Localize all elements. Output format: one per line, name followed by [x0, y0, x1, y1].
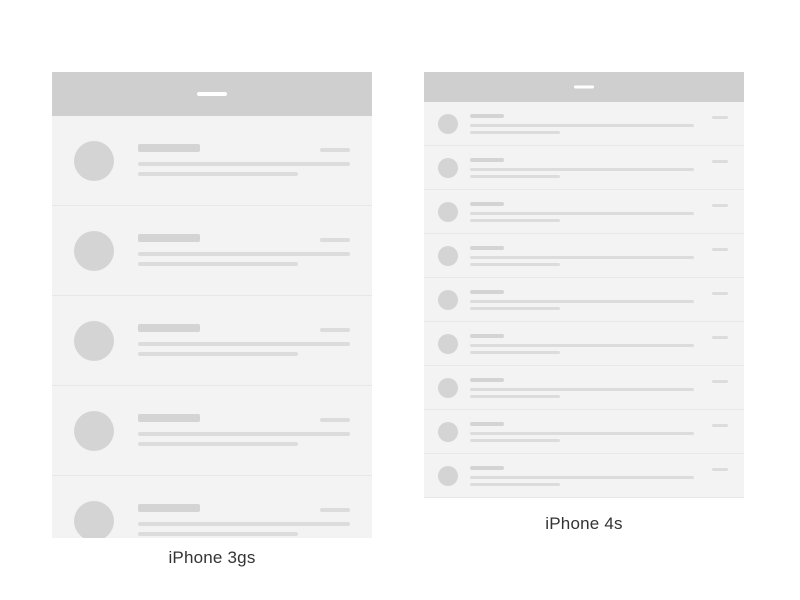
list-item [52, 206, 372, 296]
text-line-placeholder [138, 342, 350, 346]
text-line-placeholder [470, 300, 694, 303]
avatar-placeholder [438, 422, 458, 442]
text-line-placeholder [470, 131, 560, 134]
title-placeholder [470, 202, 504, 206]
meta-placeholder [320, 148, 350, 152]
avatar-placeholder [438, 290, 458, 310]
title-placeholder [470, 290, 504, 294]
list-item [424, 410, 744, 454]
nav-title-placeholder [197, 92, 227, 96]
text-line-placeholder [470, 432, 694, 435]
device-mockup-left [52, 72, 372, 538]
meta-placeholder [712, 424, 728, 427]
comparison-diagram: iPhone 3gs iPhone 4s [0, 0, 800, 600]
text-line-placeholder [470, 212, 694, 215]
avatar-placeholder [438, 158, 458, 178]
list-item [424, 454, 744, 498]
list-item [424, 278, 744, 322]
list-item [52, 296, 372, 386]
text-line-placeholder [470, 219, 560, 222]
text-line-placeholder [470, 439, 560, 442]
list-item [424, 190, 744, 234]
meta-placeholder [712, 204, 728, 207]
meta-placeholder [320, 238, 350, 242]
list-item [424, 102, 744, 146]
meta-placeholder [712, 160, 728, 163]
list [424, 102, 744, 498]
text-line-placeholder [470, 388, 694, 391]
text-line-placeholder [138, 442, 298, 446]
title-placeholder [470, 466, 504, 470]
avatar-placeholder [74, 231, 114, 271]
list-item [424, 366, 744, 410]
nav-title-placeholder [574, 86, 594, 89]
list-item [424, 322, 744, 366]
caption-right: iPhone 4s [424, 514, 744, 534]
title-placeholder [470, 246, 504, 250]
meta-placeholder [712, 380, 728, 383]
text-line-placeholder [138, 532, 298, 536]
nav-bar [52, 72, 372, 116]
avatar-placeholder [438, 378, 458, 398]
text-line-placeholder [138, 262, 298, 266]
title-placeholder [138, 144, 200, 152]
title-placeholder [138, 414, 200, 422]
text-line-placeholder [470, 351, 560, 354]
title-placeholder [138, 504, 200, 512]
meta-placeholder [320, 418, 350, 422]
avatar-placeholder [438, 114, 458, 134]
avatar-placeholder [74, 321, 114, 361]
meta-placeholder [712, 292, 728, 295]
title-placeholder [470, 378, 504, 382]
meta-placeholder [712, 468, 728, 471]
title-placeholder [470, 422, 504, 426]
avatar-placeholder [74, 501, 114, 538]
text-line-placeholder [138, 162, 350, 166]
list-item [52, 116, 372, 206]
list-item [52, 386, 372, 476]
title-placeholder [138, 324, 200, 332]
title-placeholder [470, 158, 504, 162]
avatar-placeholder [438, 246, 458, 266]
text-line-placeholder [138, 432, 350, 436]
text-line-placeholder [470, 256, 694, 259]
text-line-placeholder [470, 175, 560, 178]
text-line-placeholder [470, 483, 560, 486]
list [52, 116, 372, 538]
list-item [424, 234, 744, 278]
title-placeholder [470, 114, 504, 118]
text-line-placeholder [138, 352, 298, 356]
avatar-placeholder [438, 466, 458, 486]
text-line-placeholder [470, 476, 694, 479]
meta-placeholder [712, 116, 728, 119]
title-placeholder [138, 234, 200, 242]
meta-placeholder [320, 328, 350, 332]
meta-placeholder [712, 336, 728, 339]
nav-bar [424, 72, 744, 102]
text-line-placeholder [470, 307, 560, 310]
text-line-placeholder [470, 168, 694, 171]
text-line-placeholder [470, 344, 694, 347]
avatar-placeholder [438, 202, 458, 222]
caption-left: iPhone 3gs [52, 548, 372, 568]
avatar-placeholder [74, 411, 114, 451]
device-mockup-right [424, 72, 744, 498]
text-line-placeholder [138, 522, 350, 526]
text-line-placeholder [470, 395, 560, 398]
avatar-placeholder [438, 334, 458, 354]
meta-placeholder [712, 248, 728, 251]
list-item [424, 146, 744, 190]
text-line-placeholder [470, 263, 560, 266]
avatar-placeholder [74, 141, 114, 181]
list-item [52, 476, 372, 538]
text-line-placeholder [138, 252, 350, 256]
meta-placeholder [320, 508, 350, 512]
title-placeholder [470, 334, 504, 338]
text-line-placeholder [470, 124, 694, 127]
text-line-placeholder [138, 172, 298, 176]
